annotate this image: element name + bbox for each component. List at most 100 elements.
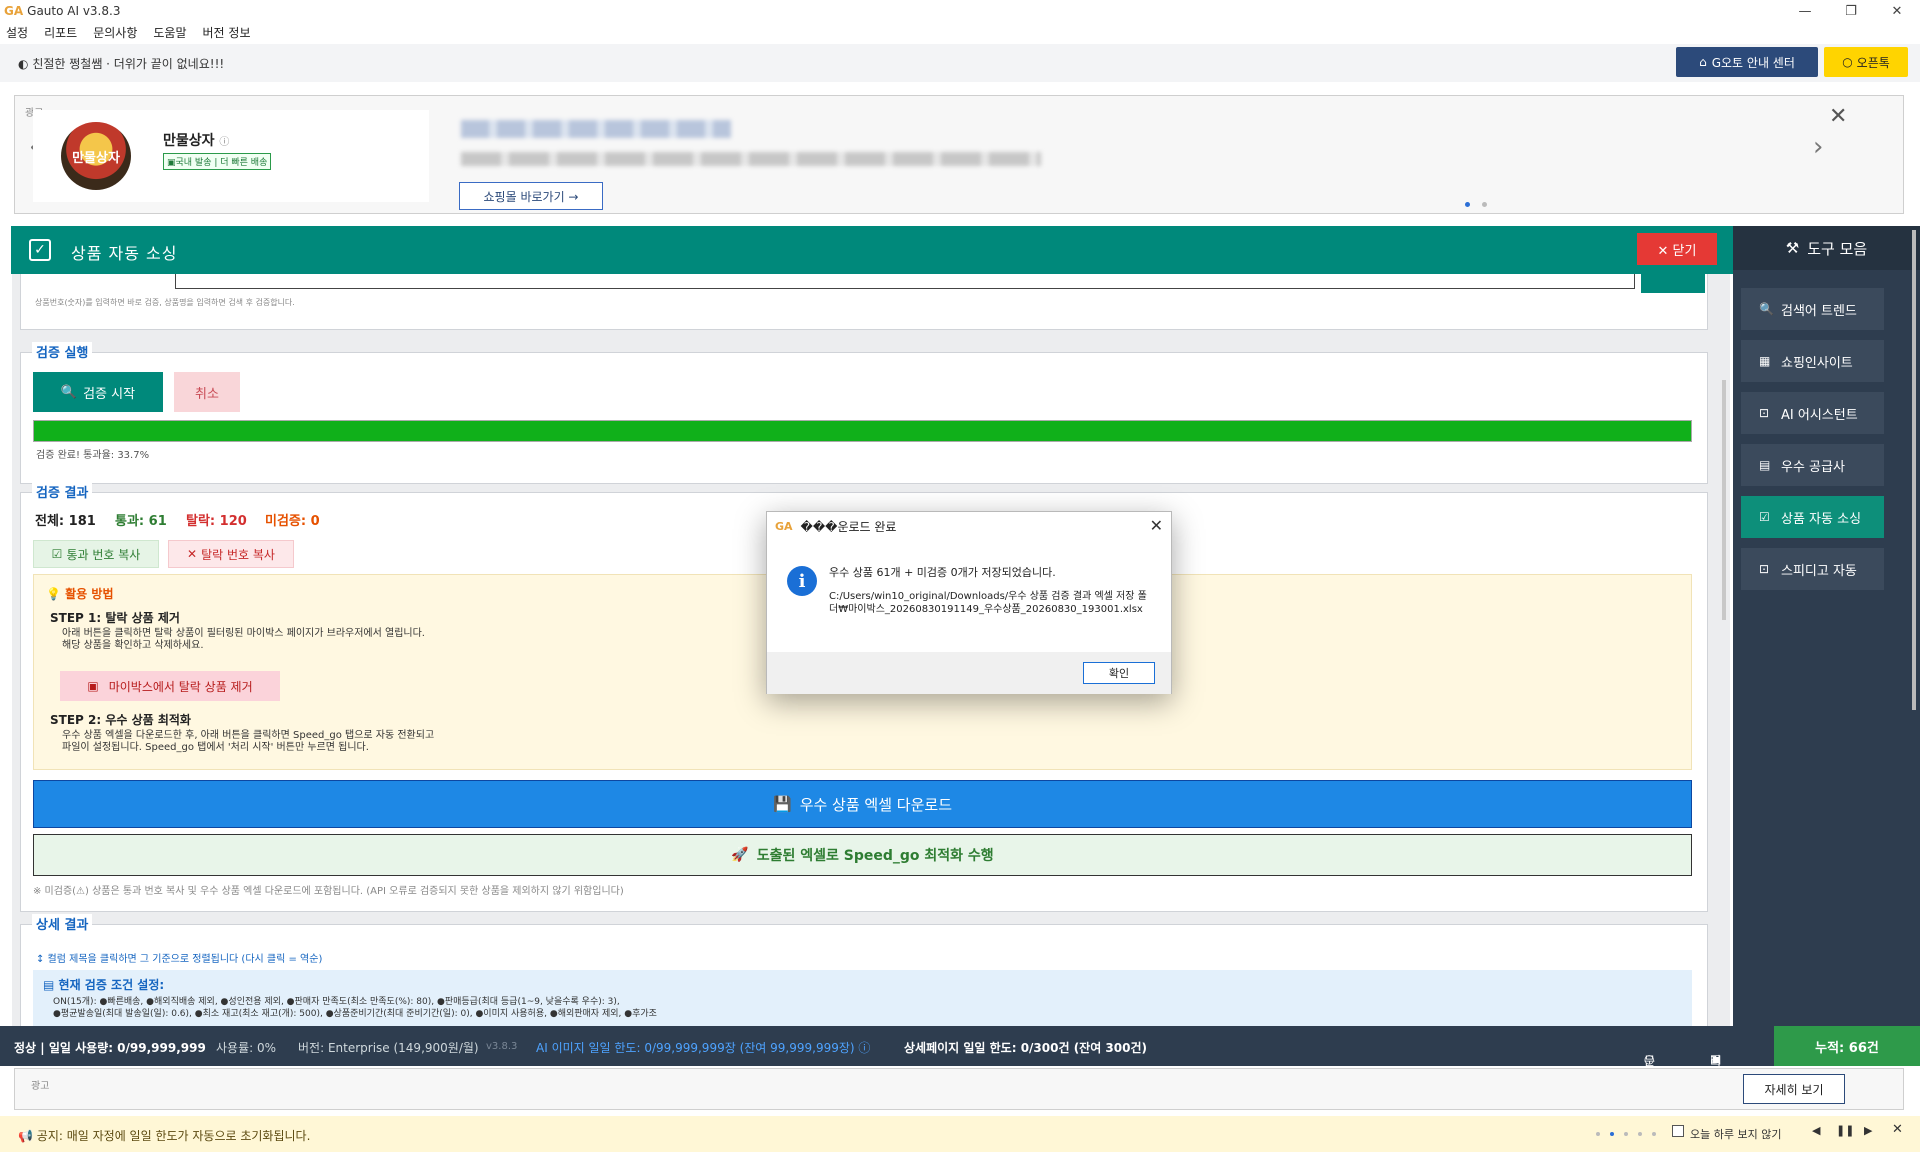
unverified-note: ※ 미검증(⚠) 상품은 통과 번호 복사 및 우수 상품 엑셀 다운로드에 포… xyxy=(33,886,624,897)
search-section: 상품번호(숫자)를 입력하면 바로 검증, 상품명을 입력하면 검색 후 검증합… xyxy=(20,274,1708,330)
carousel-dot[interactable] xyxy=(1652,1132,1656,1136)
unverified-count: 미검증: 0 xyxy=(265,514,320,529)
close-icon[interactable]: ✕ xyxy=(1150,516,1163,535)
robot-icon: ⊡ xyxy=(1759,562,1770,576)
ok-button[interactable]: 확인 xyxy=(1083,662,1155,684)
dialog-title: ���운로드 완료 xyxy=(800,519,897,534)
menu-inquiry[interactable]: 문의사항 xyxy=(93,24,137,41)
run-legend: 검증 실행 xyxy=(32,342,93,361)
minimize-icon[interactable]: — xyxy=(1782,0,1828,22)
run-section xyxy=(20,352,1708,484)
tool-sidebar: ⚒ 도구 모음 🔍 검색어 트렌드 ▦ 쇼핑인사이트 ⊡ AI 어시스턴트 ▤ 우수 공… xyxy=(1733,226,1920,1026)
hammer-icon: ⚒ xyxy=(1785,239,1800,257)
status-bar: 정상 | 일일 사용량: 0/99,999,999 사용률: 0% 버전: En… xyxy=(0,1026,1920,1102)
detail-page-limit: 상세페이지 일일 한도: 0/300건 (잔여 300건) xyxy=(904,1041,1148,1055)
clipboard-icon: ▤ xyxy=(43,978,55,992)
step1-desc: 해당 상품을 확인하고 삭제하세요. xyxy=(62,640,204,651)
scrollbar[interactable] xyxy=(1722,380,1726,620)
tool-auto-sourcing[interactable]: ☑ 상품 자동 소싱 xyxy=(1741,496,1884,538)
close-icon[interactable]: ✕ xyxy=(1892,1122,1903,1137)
detail-legend: 상세 결과 xyxy=(32,914,93,933)
step1-title: STEP 1: 탈락 상품 제거 xyxy=(50,611,180,625)
usage-status: 정상 | 일일 사용량: 0/99,999,999 xyxy=(14,1041,206,1055)
menu-settings[interactable]: 설정 xyxy=(6,24,28,41)
carousel-dot[interactable] xyxy=(1482,202,1487,207)
dialog-message: 우수 상품 61개 + 미검증 0개가 저장되었습니다. xyxy=(829,566,1056,579)
tool-best-supplier[interactable]: ▤ 우수 공급사 xyxy=(1741,444,1884,486)
result-legend: 검증 결과 xyxy=(32,482,93,501)
carousel-dot[interactable] xyxy=(1596,1132,1600,1136)
checkbox-icon: ✓ xyxy=(29,239,51,261)
footer-notice: 📢 공지: 매일 자정에 일일 한도가 자동으로 초기화됩니다. 오늘 하루 보… xyxy=(0,1116,1920,1152)
check-icon: ☑ xyxy=(1759,510,1770,524)
criteria-panel: ▤ 현재 검증 조건 설정: ON(15개): ●빠른배송, ●해외직배송 제외… xyxy=(33,970,1692,1026)
title-bar: GA Gauto AI v3.8.3 — ❐ ✕ xyxy=(0,0,1920,22)
carousel-dot[interactable] xyxy=(1624,1132,1628,1136)
carousel-dot[interactable] xyxy=(1638,1132,1642,1136)
version-info: 버전: Enterprise (149,900원/월) xyxy=(298,1041,479,1055)
menu-help[interactable]: 도움말 xyxy=(153,24,186,41)
tool-sidebar-title: ⚒ 도구 모음 xyxy=(1733,226,1920,270)
hide-today-checkbox[interactable] xyxy=(1672,1125,1684,1137)
criteria-line: ●평균발송일(최대 발송일(일): 0.6), ●최소 재고(최소 재고(개):… xyxy=(53,1009,657,1019)
ad-banner: 광고 ‹ 만물상자 만물상자 ⓘ ▣국내 발송 | 더 빠른 배송 쇼핑몰 바로… xyxy=(14,95,1904,214)
notice-message: ◐ 친절한 쩡철쌤 · 더위가 끝이 없네요!!! xyxy=(18,57,225,71)
hide-today-label: 오늘 하루 보지 않기 xyxy=(1690,1128,1782,1141)
remove-failed-button[interactable]: ▣ 마이박스에서 탈락 상품 제거 xyxy=(60,671,280,701)
cancel-button[interactable]: 취소 xyxy=(174,372,240,412)
pause-icon[interactable]: ❚❚ xyxy=(1836,1124,1854,1137)
howto-title: 💡 활용 방법 xyxy=(46,587,114,601)
scrollbar[interactable] xyxy=(1912,230,1916,710)
shop-link-button[interactable]: 쇼핑몰 바로가기 → xyxy=(459,182,603,210)
usage-rate: 사용률: 0% xyxy=(216,1041,277,1055)
open-talk-button[interactable]: ○ 오픈톡 xyxy=(1824,47,1908,77)
start-verify-button[interactable]: 🔍 검증 시작 xyxy=(33,372,163,412)
tool-speedygo-auto[interactable]: ⊡ 스피디고 자동 xyxy=(1741,548,1884,590)
app-logo: GA xyxy=(4,4,24,18)
speedgo-optimize-button[interactable]: 🚀 도출된 엑셀로 Speed_go 최적화 수행 xyxy=(33,834,1692,876)
next-icon[interactable]: ▶ xyxy=(1864,1124,1872,1137)
close-window-icon[interactable]: ✕ xyxy=(1874,0,1920,22)
search-hint: 상품번호(숫자)를 입력하면 바로 검증, 상품명을 입력하면 검색 후 검증합… xyxy=(35,298,295,307)
restore-icon[interactable]: ❐ xyxy=(1828,0,1874,22)
copy-pass-button[interactable]: ☑ 통과 번호 복사 xyxy=(33,540,159,568)
step2-title: STEP 2: 우수 상품 최적화 xyxy=(50,713,191,727)
download-excel-button[interactable]: 💾 우수 상품 엑셀 다운로드 xyxy=(33,780,1692,828)
carousel-dot-active[interactable] xyxy=(1465,202,1470,207)
megaphone-icon: 📢 xyxy=(18,1129,33,1143)
criteria-title: ▤ 현재 검증 조건 설정: xyxy=(43,978,165,992)
check-icon: ☑ xyxy=(51,547,63,561)
search-icon: 🔍 xyxy=(60,384,78,400)
menu-version[interactable]: 버전 정보 xyxy=(203,24,251,41)
chevron-right-icon[interactable]: › xyxy=(1813,132,1823,162)
bell-icon: ◐ xyxy=(18,57,29,71)
close-module-button[interactable]: ✕ 닫기 xyxy=(1637,233,1717,265)
building-icon: ▤ xyxy=(1759,458,1771,472)
ai-image-limit: AI 이미지 일일 한도: 0/99,999,999장 (잔여 99,999,9… xyxy=(536,1041,871,1055)
view-more-button[interactable]: 자세히 보기 xyxy=(1743,1074,1845,1104)
close-ad-icon[interactable]: ✕ xyxy=(1829,104,1847,129)
fail-count: 탈락: 120 xyxy=(186,514,247,529)
shop-name: 만물상자 ⓘ xyxy=(163,133,230,149)
tool-ai-assistant[interactable]: ⊡ AI 어시스턴트 xyxy=(1741,392,1884,434)
truck-icon: ▣ xyxy=(167,158,176,168)
copy-fail-button[interactable]: ✕ 탈락 번호 복사 xyxy=(168,540,294,568)
progress-status: 검증 완료! 통과율: 33.7% xyxy=(36,450,150,461)
menu-report[interactable]: 리포트 xyxy=(44,24,77,41)
download-complete-dialog: GA ���운로드 완료 ✕ i 우수 상품 61개 + 미검증 0개가 저장되… xyxy=(766,511,1172,694)
tool-shopping-insight[interactable]: ▦ 쇼핑인사이트 xyxy=(1741,340,1884,382)
carousel-dot-active[interactable] xyxy=(1610,1132,1614,1136)
verify-button[interactable] xyxy=(1641,274,1705,293)
bottom-ad: 광고 자세히 보기 xyxy=(14,1068,1904,1110)
chat-icon: ○ xyxy=(1842,55,1853,69)
chart-icon: ▦ xyxy=(1759,354,1771,368)
robot-icon: ⊡ xyxy=(1759,406,1770,420)
ad-card[interactable]: 만물상자 만물상자 ⓘ ▣국내 발송 | 더 빠른 배송 xyxy=(33,110,429,202)
prev-icon[interactable]: ◀ xyxy=(1812,1124,1820,1137)
guide-center-button[interactable]: ⌂ G오토 안내 센터 xyxy=(1676,47,1818,77)
version-small: v3.8.3 xyxy=(486,1041,518,1052)
search-input[interactable] xyxy=(175,274,1635,289)
ad-label: 광고 xyxy=(31,1081,50,1092)
tool-search-trend[interactable]: 🔍 검색어 트렌드 xyxy=(1741,288,1884,330)
dialog-path: C:/Users/win10_original/Downloads/우수 상품 … xyxy=(829,591,1147,615)
